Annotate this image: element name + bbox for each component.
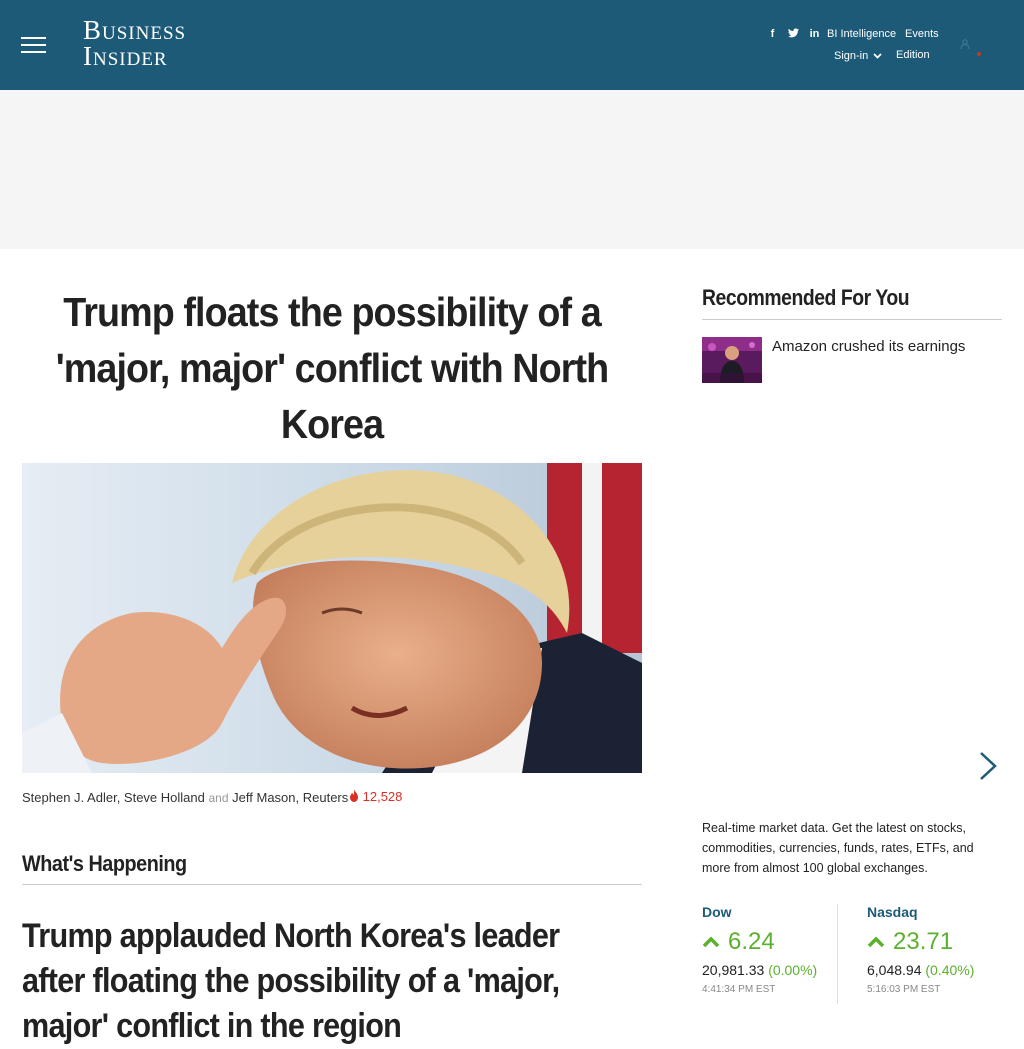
view-count: 12,528 — [349, 789, 402, 804]
market-name: Dow — [702, 904, 732, 920]
site-header: Business Insider f in BI Intelligence Ev… — [0, 0, 1024, 90]
sign-in-link[interactable]: Sign-in — [834, 50, 882, 62]
market-timestamp: 5:16:03 PM EST — [867, 984, 941, 995]
article-hero-image[interactable] — [22, 463, 642, 773]
flame-icon — [350, 789, 358, 802]
recommended-item-label: Amazon crushed its earnings — [772, 338, 966, 355]
market-description: Real-time market data. Get the latest on… — [702, 821, 974, 875]
market-change-value: 6.24 — [728, 928, 775, 955]
edition-link[interactable]: Edition — [896, 49, 930, 61]
events-link[interactable]: Events — [905, 28, 939, 40]
arrow-up-icon — [867, 936, 885, 948]
site-logo[interactable]: Business Insider — [83, 15, 187, 71]
market-percent: (0.00%) — [768, 962, 818, 978]
bi-intelligence-link[interactable]: BI Intelligence — [827, 28, 896, 40]
market-divider — [837, 904, 838, 1004]
recommended-thumbnail — [702, 337, 762, 383]
chevron-down-icon — [873, 53, 882, 59]
author-link[interactable]: Steve Holland — [124, 790, 205, 805]
logo-line-1: Business — [83, 15, 187, 45]
market-change: 6.24 — [702, 928, 842, 956]
market-change-value: 23.71 — [893, 928, 954, 955]
ad-banner-space — [0, 90, 1024, 249]
section-divider — [22, 884, 642, 885]
recommended-item[interactable]: Amazon crushed its earnings — [702, 337, 1002, 383]
market-change: 23.71 — [867, 928, 1007, 956]
author-link[interactable]: Jeff Mason, Reuters — [232, 790, 348, 805]
market-percent: (0.40%) — [925, 962, 975, 978]
recommended-title: Recommended For You — [702, 285, 910, 310]
article-headline: Trump floats the possibility of a 'major… — [55, 289, 609, 447]
facebook-icon[interactable]: f — [762, 28, 783, 41]
user-icon[interactable] — [958, 36, 984, 62]
logo-line-2: Insider — [83, 41, 168, 71]
market-price: 20,981.33 — [702, 962, 765, 978]
byline-conjunction: and — [208, 791, 229, 805]
market-dow[interactable]: Dow 6.24 20,981.33 (0.00%) 4:41:34 PM ES… — [702, 904, 842, 995]
recommended-divider — [702, 319, 1002, 320]
linkedin-icon[interactable]: in — [804, 28, 825, 41]
story-headline[interactable]: Trump applauded North Korea's leader aft… — [22, 914, 598, 1049]
market-value: 20,981.33 (0.00%) — [702, 962, 842, 978]
market-price: 6,048.94 — [867, 962, 922, 978]
whats-happening-title: What's Happening — [22, 851, 187, 876]
arrow-up-icon — [702, 936, 720, 948]
market-timestamp: 4:41:34 PM EST — [702, 984, 776, 995]
menu-icon[interactable] — [21, 37, 46, 53]
social-links: f in — [762, 28, 825, 41]
market-name: Nasdaq — [867, 904, 918, 920]
view-count-value: 12,528 — [362, 789, 403, 804]
chevron-right-icon[interactable] — [976, 750, 1000, 782]
market-nasdaq[interactable]: Nasdaq 23.71 6,048.94 (0.40%) 5:16:03 PM… — [867, 904, 1007, 995]
author-link[interactable]: Stephen J. Adler — [22, 790, 117, 805]
article-byline: Stephen J. Adler, Steve Holland and Jeff… — [22, 790, 349, 805]
sign-in-label: Sign-in — [834, 50, 869, 62]
market-value: 6,048.94 (0.40%) — [867, 962, 1007, 978]
twitter-icon[interactable] — [783, 28, 804, 41]
